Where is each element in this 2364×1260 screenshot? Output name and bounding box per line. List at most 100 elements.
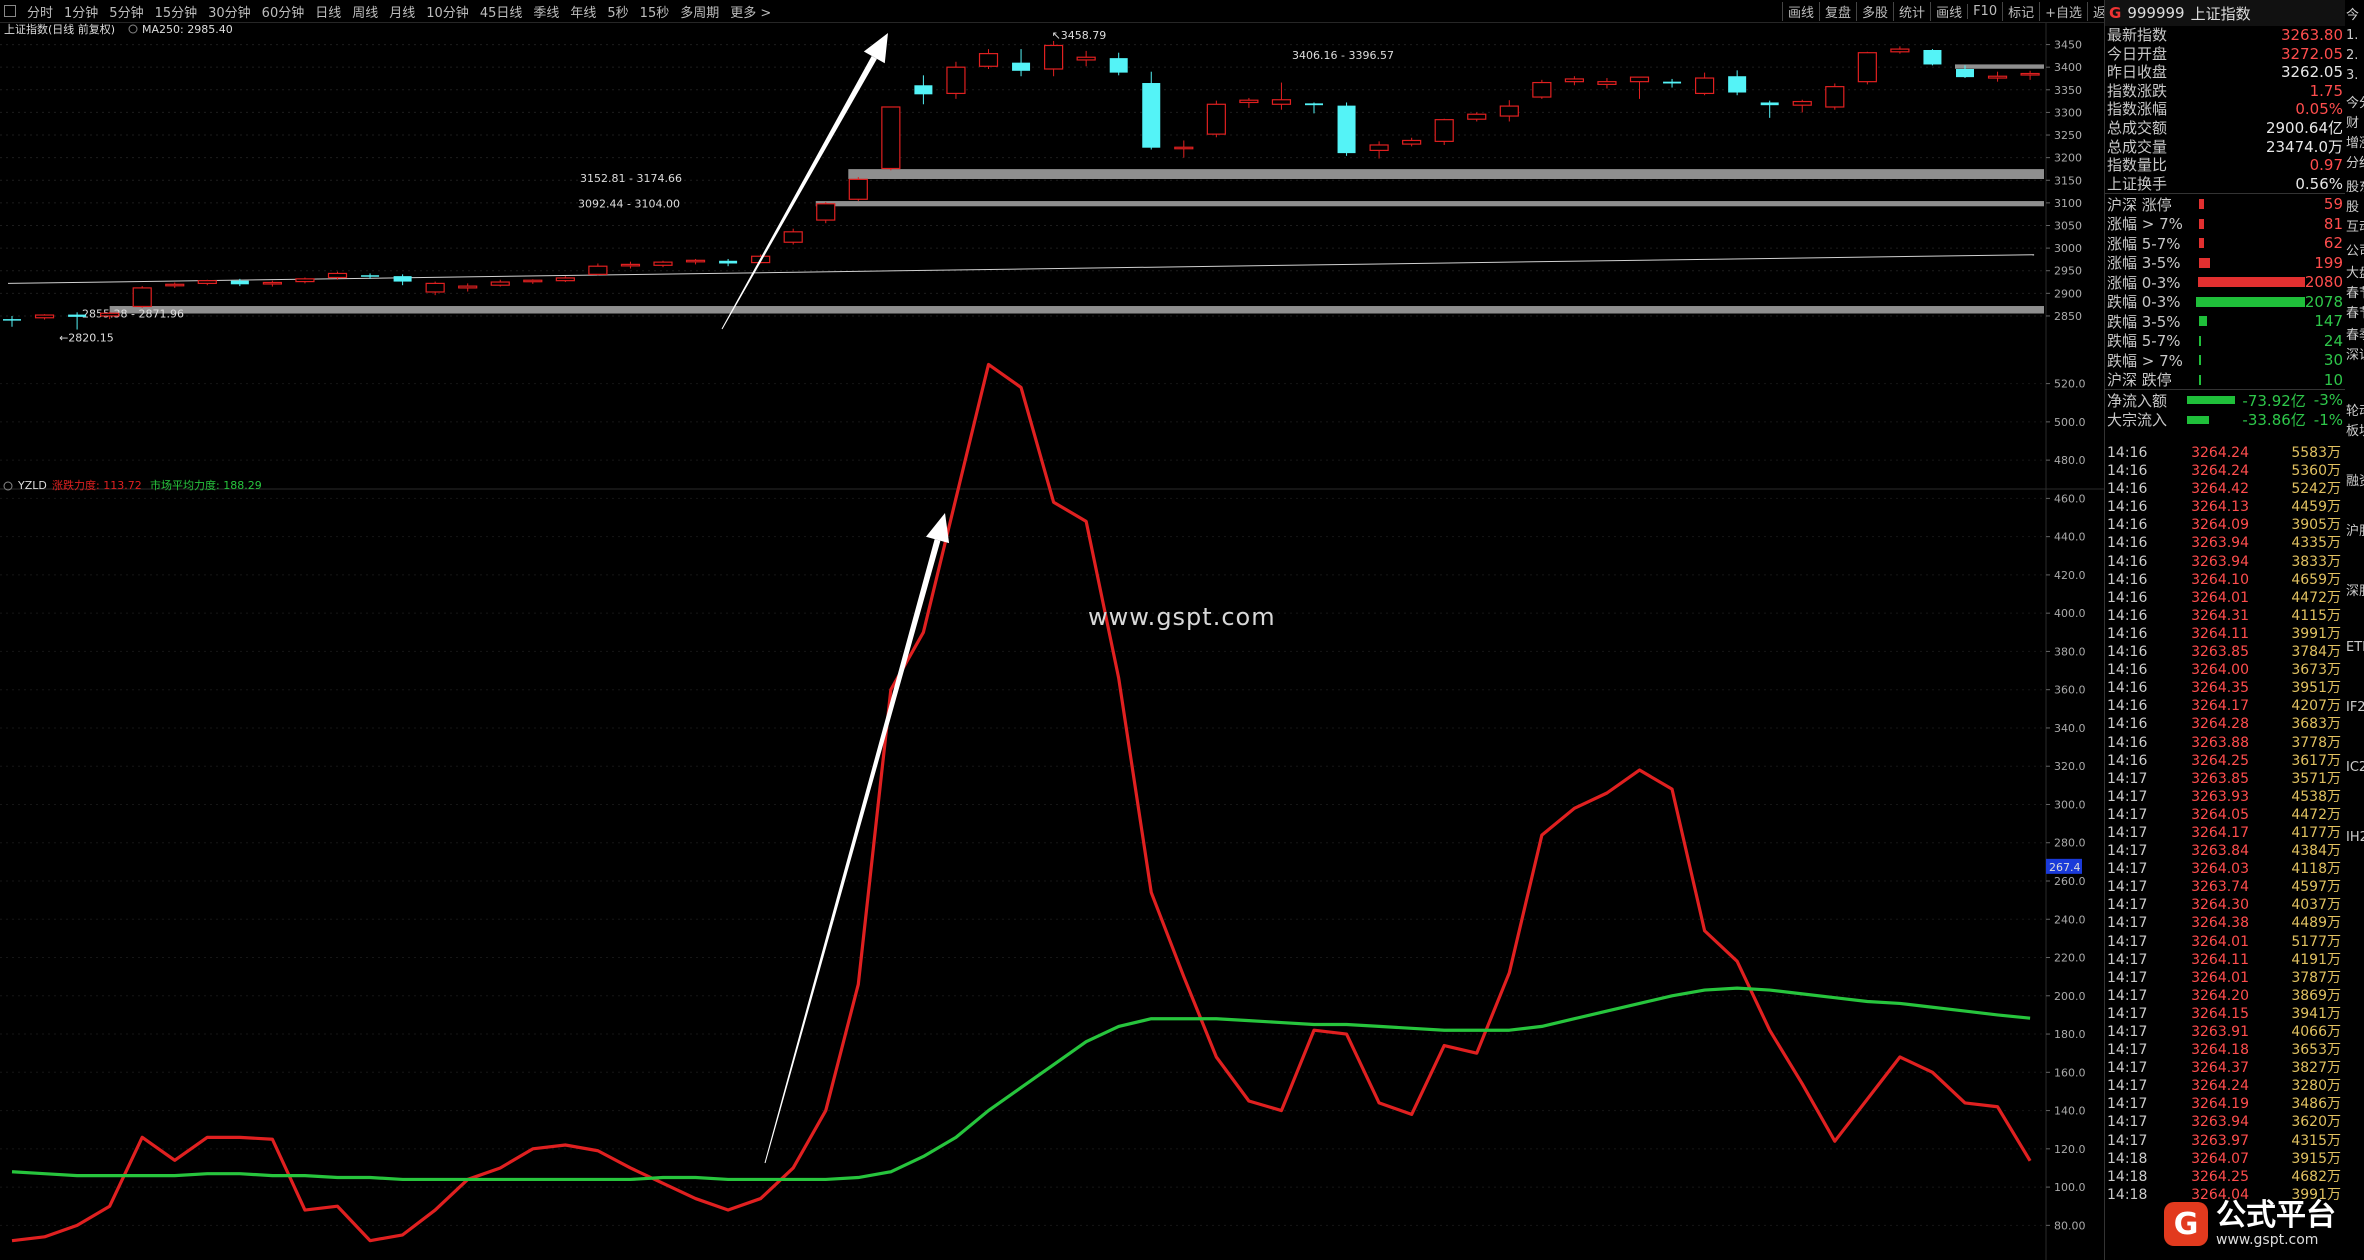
tick-row[interactable]: 14:17 3264.01 5177万	[2105, 933, 2345, 951]
candle-down[interactable]	[361, 275, 380, 277]
candle-up[interactable]	[1239, 99, 1259, 104]
tick-row[interactable]: 14:17 3264.19 3486万	[2105, 1095, 2345, 1113]
candle-up[interactable]	[327, 272, 348, 279]
candle-up[interactable]	[295, 278, 315, 283]
candle-up[interactable]	[1987, 75, 2008, 79]
candle-up[interactable]	[588, 265, 608, 275]
candle-up[interactable]	[1597, 81, 1617, 85]
period-tab-14[interactable]: 15秒	[640, 2, 670, 21]
tick-row[interactable]: 14:16 3264.31 4115万	[2105, 607, 2345, 625]
settings-circle-icon[interactable]	[128, 24, 138, 34]
candle-up[interactable]	[1076, 56, 1096, 61]
candle-down[interactable]	[393, 276, 412, 282]
candle-up[interactable]	[1402, 139, 1422, 145]
tick-row[interactable]: 14:18 3264.07 3915万	[2105, 1150, 2345, 1168]
toolbar-button-1[interactable]: 复盘	[1819, 1, 1856, 21]
candle-up[interactable]	[1792, 100, 1812, 106]
menu-square-icon[interactable]	[4, 5, 16, 17]
period-tab-0[interactable]: 分时	[27, 2, 53, 21]
candle-down[interactable]	[230, 280, 249, 285]
tick-row[interactable]: 14:17 3263.74 4597万	[2105, 878, 2345, 896]
candle-up[interactable]	[978, 53, 999, 67]
tick-row[interactable]: 14:16 3264.13 4459万	[2105, 498, 2345, 516]
candle-up[interactable]	[2020, 72, 2040, 76]
candle-up[interactable]	[783, 231, 803, 243]
period-tab-11[interactable]: 季线	[533, 2, 559, 21]
candle-up[interactable]	[1532, 81, 1552, 98]
candle-up[interactable]	[100, 312, 120, 317]
tick-row[interactable]: 14:16 3263.94 3833万	[2105, 553, 2345, 571]
candle-down[interactable]	[1923, 49, 1942, 65]
tick-row[interactable]: 14:16 3263.88 3778万	[2105, 734, 2345, 752]
tick-row[interactable]: 14:16 3264.24 5583万	[2105, 444, 2345, 462]
period-tab-5[interactable]: 60分钟	[262, 2, 305, 21]
tick-row[interactable]: 14:17 3263.85 3571万	[2105, 770, 2345, 788]
candle-up[interactable]	[1174, 146, 1194, 150]
tick-row[interactable]: 14:16 3264.01 4472万	[2105, 589, 2345, 607]
candle-up[interactable]	[848, 178, 868, 200]
candle-up[interactable]	[1499, 105, 1519, 117]
candle-down[interactable]	[1337, 105, 1356, 154]
period-tab-15[interactable]: 多周期	[680, 2, 719, 21]
candle-up[interactable]	[1434, 119, 1454, 142]
tick-row[interactable]: 14:16 3264.11 3991万	[2105, 625, 2345, 643]
tick-row[interactable]: 14:16 3264.25 3617万	[2105, 752, 2345, 770]
candle-up[interactable]	[1694, 77, 1715, 95]
indicator-series-strength[interactable]	[11, 362, 2032, 1243]
candle-up[interactable]	[34, 314, 55, 319]
candle-down[interactable]	[1305, 103, 1323, 106]
chart-area[interactable]: 3450 3400 3350 3300 3250 3200 3150 3100 3050 3000…	[0, 23, 2364, 1260]
candle-down[interactable]	[1012, 62, 1031, 71]
tick-row[interactable]: 14:16 3264.17 4207万	[2105, 697, 2345, 715]
candle-up[interactable]	[1271, 99, 1292, 105]
tick-row[interactable]: 14:17 3264.37 3827万	[2105, 1059, 2345, 1077]
tick-row[interactable]: 14:16 3263.94 4335万	[2105, 534, 2345, 552]
period-tab-1[interactable]: 1分钟	[64, 2, 98, 21]
candle-down[interactable]	[1956, 68, 1974, 78]
toolbar-button-3[interactable]: 统计	[1893, 1, 1930, 21]
tick-row[interactable]: 14:16 3264.09 3905万	[2105, 516, 2345, 534]
candle-up[interactable]	[816, 203, 836, 221]
period-tab-8[interactable]: 月线	[389, 2, 415, 21]
tick-row[interactable]: 14:16 3264.42 5242万	[2105, 480, 2345, 498]
toolbar-button-5[interactable]: F10	[1967, 3, 2002, 19]
period-tab-3[interactable]: 15分钟	[155, 2, 198, 21]
candle-down[interactable]	[1760, 102, 1779, 106]
tick-row[interactable]: 14:17 3264.01 3787万	[2105, 969, 2345, 987]
candle-up[interactable]	[262, 281, 282, 285]
tick-list[interactable]: 14:16 3264.24 5583万 14:16 3264.24 5360万 14:16 3…	[2105, 444, 2345, 1204]
kline-and-indicator-svg[interactable]: 3450 3400 3350 3300 3250 3200 3150 3100 3050 3000…	[0, 23, 2104, 1260]
tick-row[interactable]: 14:16 3264.28 3683万	[2105, 715, 2345, 733]
candle-up[interactable]	[653, 261, 673, 266]
candle-up[interactable]	[458, 285, 478, 289]
period-tab-4[interactable]: 30分钟	[208, 2, 251, 21]
period-tab-13[interactable]: 5秒	[607, 2, 628, 21]
tick-row[interactable]: 14:17 3263.84 4384万	[2105, 842, 2345, 860]
candle-up[interactable]	[1467, 113, 1487, 120]
tick-row[interactable]: 14:16 3264.24 5360万	[2105, 462, 2345, 480]
period-tab-2[interactable]: 5分钟	[109, 2, 143, 21]
tick-row[interactable]: 14:16 3263.85 3784万	[2105, 643, 2345, 661]
toolbar-button-2[interactable]: 多股	[1856, 1, 1893, 21]
tick-row[interactable]: 14:17 3263.91 4066万	[2105, 1023, 2345, 1041]
indicator-series-market-average[interactable]	[11, 986, 2031, 1182]
candle-down[interactable]	[914, 85, 933, 95]
tick-row[interactable]: 14:17 3264.24 3280万	[2105, 1077, 2345, 1095]
candle-up[interactable]	[1564, 78, 1585, 83]
candle-up[interactable]	[881, 106, 901, 170]
tick-row[interactable]: 14:16 3264.00 3673万	[2105, 661, 2345, 679]
tick-row[interactable]: 14:17 3263.97 4315万	[2105, 1132, 2345, 1150]
candle-down[interactable]	[1142, 83, 1161, 148]
candle-up[interactable]	[490, 281, 510, 286]
tick-row[interactable]: 14:18 3264.25 4682万	[2105, 1168, 2345, 1186]
tick-row[interactable]: 14:17 3264.03 4118万	[2105, 860, 2345, 878]
toolbar-button-6[interactable]: 标记	[2002, 1, 2039, 21]
candle-up[interactable]	[685, 259, 706, 263]
tick-row[interactable]: 14:17 3264.15 3941万	[2105, 1005, 2345, 1023]
candle-up[interactable]	[1629, 76, 1650, 83]
tick-row[interactable]: 14:17 3264.11 4191万	[2105, 951, 2345, 969]
period-tab-16[interactable]: 更多 >	[730, 2, 771, 21]
candle-up[interactable]	[1890, 48, 1910, 53]
candle-up[interactable]	[620, 263, 641, 267]
period-tab-10[interactable]: 45日线	[480, 2, 523, 21]
